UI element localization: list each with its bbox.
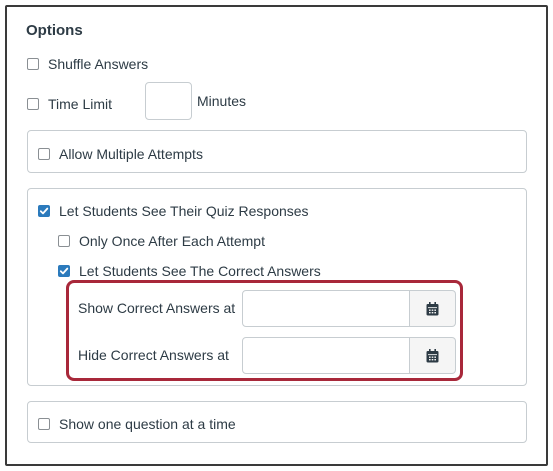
checkmark-icon	[59, 267, 69, 275]
checkmark-icon	[39, 207, 49, 215]
hide-correct-answers-label: Hide Correct Answers at	[78, 347, 229, 363]
show-correct-answers-field	[242, 290, 456, 327]
time-limit-label: Time Limit	[48, 96, 113, 112]
allow-multiple-attempts-option[interactable]: Allow Multiple Attempts	[38, 146, 203, 162]
see-responses-checkbox[interactable]	[38, 205, 50, 217]
calendar-icon	[426, 301, 439, 315]
time-limit-minutes-input[interactable]	[145, 82, 192, 120]
only-once-checkbox[interactable]	[58, 235, 70, 247]
minutes-label: Minutes	[197, 93, 247, 109]
only-once-option[interactable]: Only Once After Each Attempt	[58, 233, 265, 249]
shuffle-answers-checkbox[interactable]	[27, 58, 39, 70]
hide-correct-answers-input[interactable]	[242, 337, 410, 374]
hide-correct-answers-field	[242, 337, 456, 374]
time-limit-option[interactable]: Time Limit	[27, 96, 112, 112]
options-title: Options	[26, 22, 83, 39]
one-question-checkbox[interactable]	[38, 418, 50, 430]
one-question-label: Show one question at a time	[59, 416, 236, 432]
see-responses-label: Let Students See Their Quiz Responses	[59, 203, 309, 219]
show-correct-answers-label: Show Correct Answers at	[78, 300, 236, 316]
one-question-option[interactable]: Show one question at a time	[38, 416, 236, 432]
shuffle-answers-option[interactable]: Shuffle Answers	[27, 56, 148, 72]
allow-multiple-attempts-label: Allow Multiple Attempts	[59, 146, 203, 162]
only-once-label: Only Once After Each Attempt	[79, 233, 265, 249]
see-correct-answers-label: Let Students See The Correct Answers	[79, 263, 321, 279]
time-limit-checkbox[interactable]	[27, 98, 39, 110]
calendar-icon	[426, 348, 439, 362]
see-correct-answers-option[interactable]: Let Students See The Correct Answers	[58, 263, 321, 279]
show-correct-answers-input[interactable]	[242, 290, 410, 327]
allow-multiple-attempts-checkbox[interactable]	[38, 148, 50, 160]
see-correct-answers-checkbox[interactable]	[58, 265, 70, 277]
show-correct-answers-calendar-button[interactable]	[410, 290, 456, 327]
shuffle-answers-label: Shuffle Answers	[48, 56, 149, 72]
hide-correct-answers-calendar-button[interactable]	[410, 337, 456, 374]
see-responses-option[interactable]: Let Students See Their Quiz Responses	[38, 203, 309, 219]
